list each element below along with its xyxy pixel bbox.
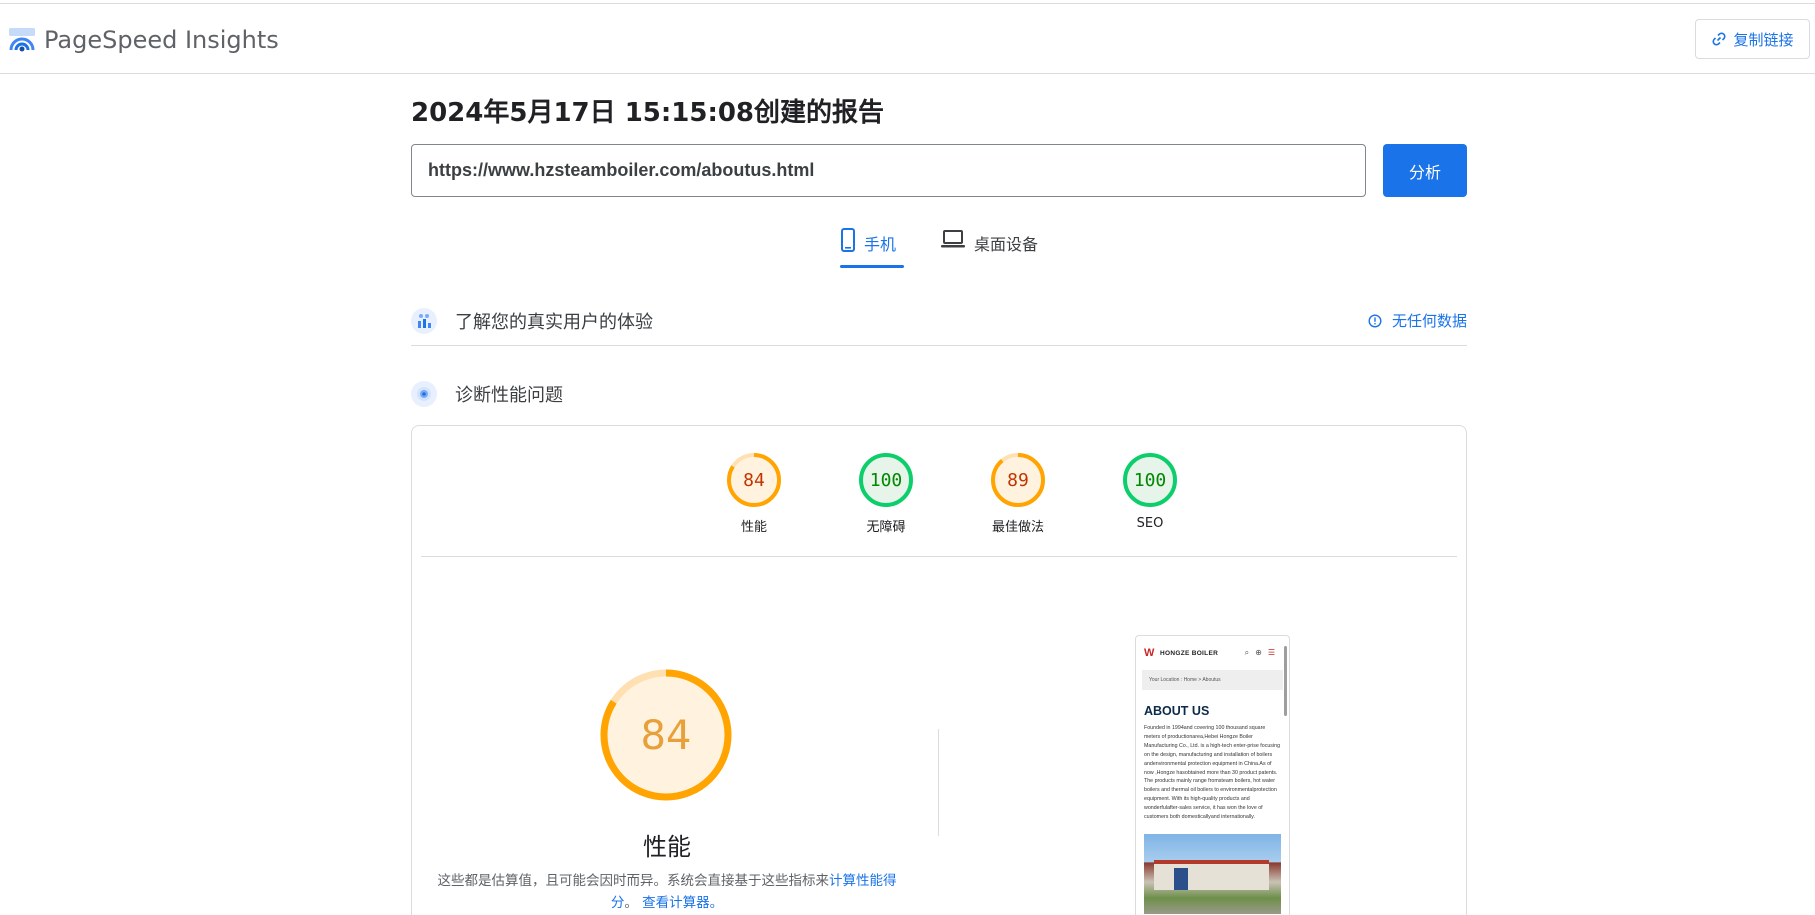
score-label: 性能 [740,520,767,535]
screenshot-heading: ABOUT US [1144,704,1210,718]
score-value: 100 [1134,470,1167,491]
hongze-logo-icon: W [1144,647,1155,659]
score-value: 100 [870,470,903,491]
report-title: 2024年5月17日 15:15:08创建的报告 [411,98,885,128]
calculator-link[interactable]: 查看计算器。 [642,895,723,911]
score-value: 89 [1007,470,1029,491]
radar-icon [411,381,437,407]
score-gauge-seo[interactable]: 100 SEO [1110,452,1190,531]
tab-mobile-label: 手机 [864,235,897,254]
copy-link-label: 复制链接 [1733,30,1794,49]
crux-section: 了解您的真实用户的体验 无任何数据 [411,296,1467,346]
score-ring: 84 [727,453,781,507]
lighthouse-report-card: 84 性能 100 无障碍 89 最佳做法 100 SEO 84 性能 这些都是… [411,425,1467,915]
score-label: SEO [1136,516,1164,531]
screenshot-body: Founded in 1994and covering 100 thousand… [1144,725,1281,821]
search-icon: ⌕ [1244,648,1250,657]
score-gauge-best-practices[interactable]: 89 最佳做法 [978,452,1058,535]
score-label: 无障碍 [866,520,906,535]
globe-icon: ⊕ [1255,648,1262,657]
vertical-divider [938,729,939,836]
disclaimer-text: 这些都是估算值，且可能会因时而异。系统会直接基于这些指标来 [437,873,830,889]
performance-score: 84 [641,713,692,759]
score-ring: 89 [991,453,1045,507]
url-input-box[interactable] [411,144,1366,197]
tab-mobile[interactable]: 手机 [840,228,904,270]
diagnose-title: 诊断性能问题 [455,385,563,406]
url-input[interactable] [428,160,1365,181]
screenshot-scrollbar [1284,646,1287,716]
users-chart-icon [411,307,437,334]
app-header: PageSpeed Insights 复制链接 [0,4,1815,74]
category-scores: 84 性能 100 无障碍 89 最佳做法 100 SEO [412,452,1466,540]
copy-link-button[interactable]: 复制链接 [1695,19,1810,59]
app-title: PageSpeed Insights [44,26,279,54]
score-ring: 100 [859,453,913,507]
pagespeed-logo-icon [9,28,35,52]
tab-desktop-label: 桌面设备 [974,235,1039,254]
performance-big-gauge: 84 [600,669,732,801]
active-tab-indicator [840,265,904,268]
performance-label: 性能 [643,833,691,861]
laptop-icon [941,230,965,248]
page-screenshot: W HONGZE BOILER ⌕ ⊕ ☰ Your Location : Ho… [1135,635,1290,915]
menu-icon: ☰ [1267,648,1275,657]
screenshot-nav-icons: ⌕ ⊕ ☰ [1245,648,1275,658]
no-data-label: 无任何数据 [1391,312,1467,330]
info-icon [1368,313,1382,328]
diagnose-section: 诊断性能问题 [411,377,1467,411]
score-value: 84 [743,470,765,491]
card-divider [421,556,1457,557]
factory-door [1174,867,1188,890]
disclaimer-sep: 。 [624,895,638,911]
score-gauge-accessibility[interactable]: 100 无障碍 [846,452,926,535]
crux-title: 了解您的真实用户的体验 [455,311,653,333]
no-data-link[interactable]: 无任何数据 [1368,310,1467,331]
score-label: 最佳做法 [991,520,1044,535]
link-icon [1712,32,1726,46]
phone-icon [841,228,855,252]
score-gauge-performance[interactable]: 84 性能 [714,452,794,535]
factory-building [1154,859,1269,890]
screenshot-breadcrumb: Your Location : Home > Aboutus [1142,670,1283,690]
screenshot-brand: HONGZE BOILER [1160,649,1219,657]
score-ring: 100 [1123,453,1177,507]
screenshot-header: W HONGZE BOILER ⌕ ⊕ ☰ [1136,636,1289,670]
factory-photo [1144,833,1281,914]
performance-disclaimer: 这些都是估算值，且可能会因时而异。系统会直接基于这些指标来计算性能得分。 查看计… [437,870,897,914]
tab-desktop[interactable]: 桌面设备 [940,228,1050,270]
analyze-button[interactable]: 分析 [1383,144,1467,197]
